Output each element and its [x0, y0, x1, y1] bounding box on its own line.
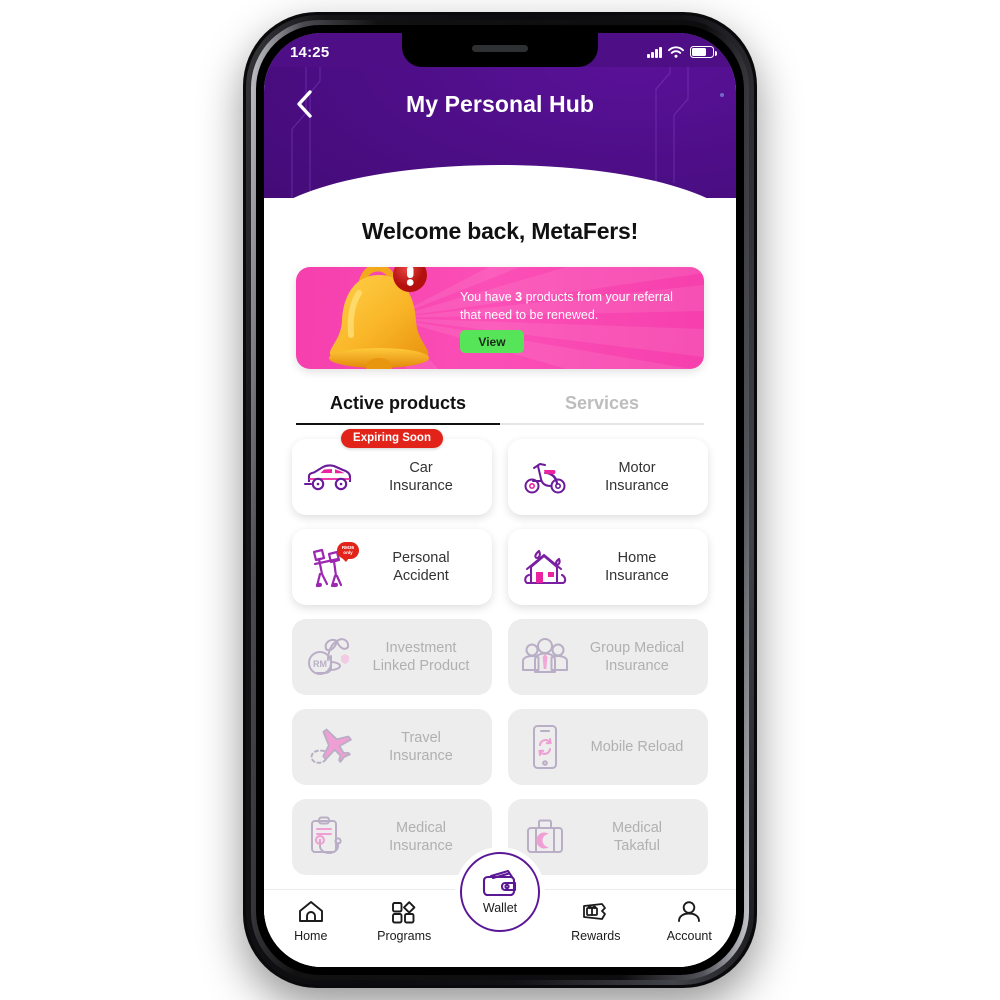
product-label: Investment Linked Product: [372, 639, 470, 674]
home-icon: [298, 901, 323, 922]
phone-screen: My Personal Hub 14:25 Welcome back, Meta…: [264, 33, 736, 967]
welcome-heading: Welcome back, MetaFers!: [361, 218, 639, 244]
airplane-icon: [298, 719, 360, 775]
grid-shapes-icon: [392, 901, 416, 924]
product-label: Medical Takaful: [612, 819, 662, 854]
price-badge: RM36 only: [337, 542, 359, 562]
banner-message: You have 3 products from your referral t…: [460, 289, 690, 325]
phone-refresh-icon: [514, 719, 576, 775]
product-label: Medical Insurance: [389, 819, 453, 854]
product-card-investment-linked-product: RM Investment Linked Product: [292, 619, 492, 695]
tab-services[interactable]: Services: [500, 393, 704, 425]
nav-item-home[interactable]: Home: [264, 890, 357, 943]
view-button[interactable]: View: [460, 330, 524, 353]
nav-item-programs[interactable]: Programs: [357, 890, 450, 943]
clipboard-stethoscope-icon: [298, 809, 360, 865]
nav-label: Home: [294, 929, 328, 943]
product-label: Car Insurance: [389, 459, 453, 494]
product-card-travel-insurance: Travel Insurance: [292, 709, 492, 785]
car-icon: [298, 449, 360, 505]
product-card-motor-insurance[interactable]: Motor Insurance: [508, 439, 708, 515]
svg-text:RM: RM: [313, 659, 327, 669]
nav-label: Account: [666, 929, 712, 943]
product-card-group-medical-insurance: Group Medical Insurance: [508, 619, 708, 695]
cellular-bars-icon: [647, 46, 662, 58]
notch-speaker: [472, 45, 528, 52]
product-grid: Expiring Soon Car Insurance Motor Insura…: [292, 429, 708, 875]
product-label: Mobile Reload: [590, 738, 684, 755]
person-icon: [678, 901, 701, 922]
product-label: Group Medical Insurance: [589, 639, 685, 674]
header-bar: My Personal Hub: [264, 73, 736, 135]
suitcase-crescent-icon: [514, 809, 576, 865]
screenshot-root: My Personal Hub 14:25 Welcome back, Meta…: [0, 0, 1000, 1000]
people-group-icon: [514, 629, 576, 685]
gift-ticket-icon: [582, 903, 606, 920]
product-card-medical-takaful: Medical Takaful: [508, 799, 708, 875]
product-label: Home Insurance: [605, 549, 669, 584]
product-card-personal-accident[interactable]: RM36 only Personal Accident: [292, 529, 492, 605]
house-icon: [514, 539, 576, 595]
product-label: Personal Accident: [392, 549, 450, 584]
banner-message-prefix: You have: [460, 290, 516, 304]
wifi-icon: [668, 46, 684, 58]
nav-item-wallet[interactable]: Wallet: [460, 852, 540, 932]
product-card-mobile-reload: Mobile Reload: [508, 709, 708, 785]
nav-item-account[interactable]: Account: [643, 890, 736, 943]
coins-plant-icon: RM: [298, 629, 360, 685]
battery-icon: [690, 46, 717, 58]
nav-label: Rewards: [571, 929, 621, 943]
product-card-home-insurance[interactable]: Home Insurance: [508, 529, 708, 605]
status-icons: [647, 46, 717, 58]
renewal-notification-banner[interactable]: You have 3 products from your referral t…: [296, 267, 704, 369]
product-label: Motor Insurance: [605, 459, 669, 494]
crutches-icon: RM36 only: [298, 539, 360, 595]
product-card-car-insurance[interactable]: Expiring Soon Car Insurance: [292, 429, 492, 515]
phone-notch: [402, 33, 598, 67]
tab-active-products[interactable]: Active products: [296, 393, 500, 425]
product-tabs: Active products Services: [296, 393, 704, 425]
nav-label: Wallet: [482, 901, 518, 915]
product-label: Travel Insurance: [389, 729, 453, 764]
scooter-icon: [514, 449, 576, 505]
wallet-icon: [482, 869, 517, 897]
nav-item-rewards[interactable]: Rewards: [549, 890, 642, 943]
status-badge-expiring-soon: Expiring Soon: [341, 429, 443, 448]
page-title: My Personal Hub: [405, 90, 595, 117]
main-content: Welcome back, MetaFers! You have 3 produ…: [264, 198, 736, 967]
status-time: 14:25: [290, 43, 330, 61]
product-card-medical-insurance: Medical Insurance: [292, 799, 492, 875]
bell-icon: [310, 267, 448, 369]
nav-label: Programs: [377, 929, 432, 943]
